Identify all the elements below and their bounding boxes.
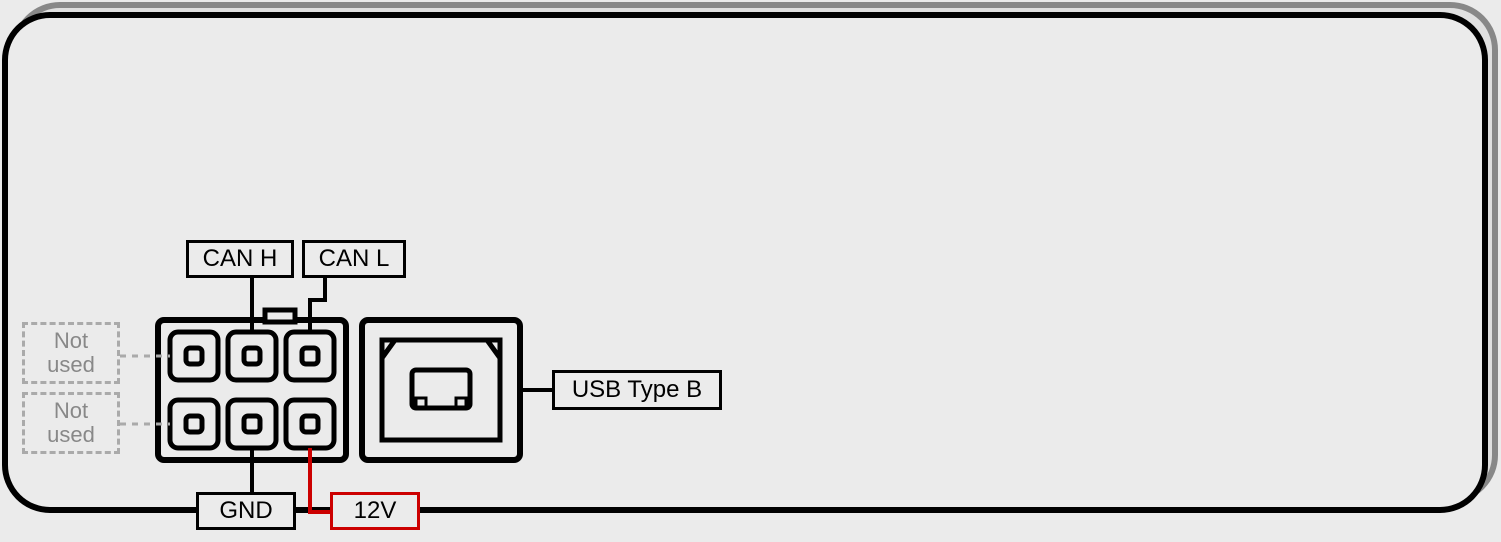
label-gnd: GND [196, 492, 296, 530]
nu2-line2: used [47, 423, 95, 447]
label-usb: USB Type B [552, 370, 722, 410]
nu1-line1: Not [54, 329, 88, 353]
usb-b-connector [362, 320, 520, 460]
label-can-l: CAN L [302, 240, 406, 278]
header-notch [265, 310, 295, 322]
label-12v: 12V [330, 492, 420, 530]
label-can-h: CAN H [186, 240, 294, 278]
label-not-used-2: Not used [22, 392, 120, 454]
nu2-line1: Not [54, 399, 88, 423]
label-not-used-1: Not used [22, 322, 120, 384]
nu1-line2: used [47, 353, 95, 377]
